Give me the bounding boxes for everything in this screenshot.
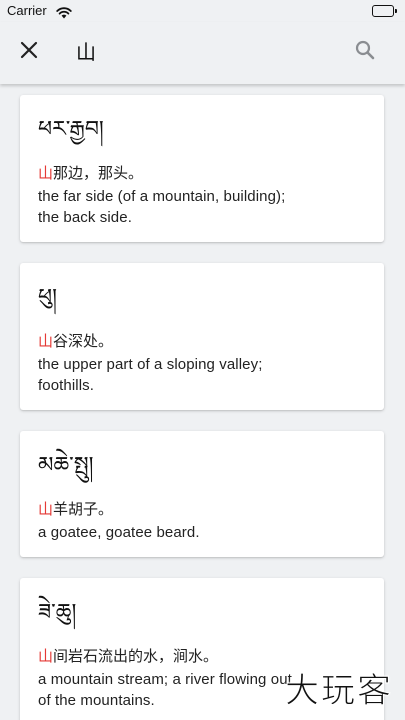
entry-card[interactable]: ཕུ། 山谷深处。 the upper part of a sloping va…: [20, 263, 384, 410]
chinese-definition: 山谷深处。: [38, 330, 366, 352]
english-definition: a goatee, goatee beard.: [38, 522, 366, 543]
query-highlight: 山: [38, 164, 54, 182]
english-definition: the far side (of a mountain, building); …: [38, 186, 366, 228]
watermark: 大玩客: [285, 671, 393, 712]
close-icon: [20, 41, 38, 59]
search-input[interactable]: [76, 34, 326, 66]
english-line: a goatee, goatee beard.: [38, 524, 200, 541]
tibetan-term: ཕུ།: [38, 285, 57, 310]
english-line: the upper part of a sloping valley;: [38, 356, 263, 373]
english-definition: the upper part of a sloping valley; foot…: [38, 354, 366, 396]
chinese-definition: 山羊胡子。: [38, 498, 366, 520]
entry-card[interactable]: མཆེ་སྤུ། 山羊胡子。 a goatee, goatee beard.: [20, 431, 384, 557]
query-highlight: 山: [38, 332, 54, 350]
tibetan-term: མཆེ་སྤུ།: [38, 453, 94, 478]
search-button[interactable]: [351, 36, 379, 64]
query-highlight: 山: [38, 500, 54, 518]
chinese-definition: 山那边，那头。: [38, 162, 366, 184]
tibetan-term: ཟེ་ཆུ།: [38, 600, 77, 625]
status-bar: Carrier: [0, 0, 405, 22]
app-bar: [0, 22, 405, 84]
battery-icon: [372, 5, 397, 17]
english-line: the back side.: [38, 209, 132, 226]
carrier-label: Carrier: [7, 3, 47, 18]
close-button[interactable]: [14, 35, 44, 65]
chinese-text: 间岩石流出的水，涧水。: [53, 647, 219, 665]
chinese-text: 谷深处。: [53, 332, 114, 350]
chinese-text: 羊胡子。: [53, 500, 114, 518]
search-icon: [355, 40, 375, 60]
wifi-icon: [56, 4, 72, 23]
english-line: foothills.: [38, 377, 95, 394]
entry-card[interactable]: ཕར་རྒྱབ། 山那边，那头。 the far side (of a moun…: [20, 95, 384, 242]
english-line: the far side (of a mountain, building);: [38, 188, 286, 205]
chinese-text: 那边，那头。: [53, 164, 144, 182]
tibetan-term: ཕར་རྒྱབ།: [38, 117, 104, 142]
query-highlight: 山: [38, 647, 54, 665]
results-list[interactable]: ཕར་རྒྱབ། 山那边，那头。 the far side (of a moun…: [0, 84, 405, 720]
